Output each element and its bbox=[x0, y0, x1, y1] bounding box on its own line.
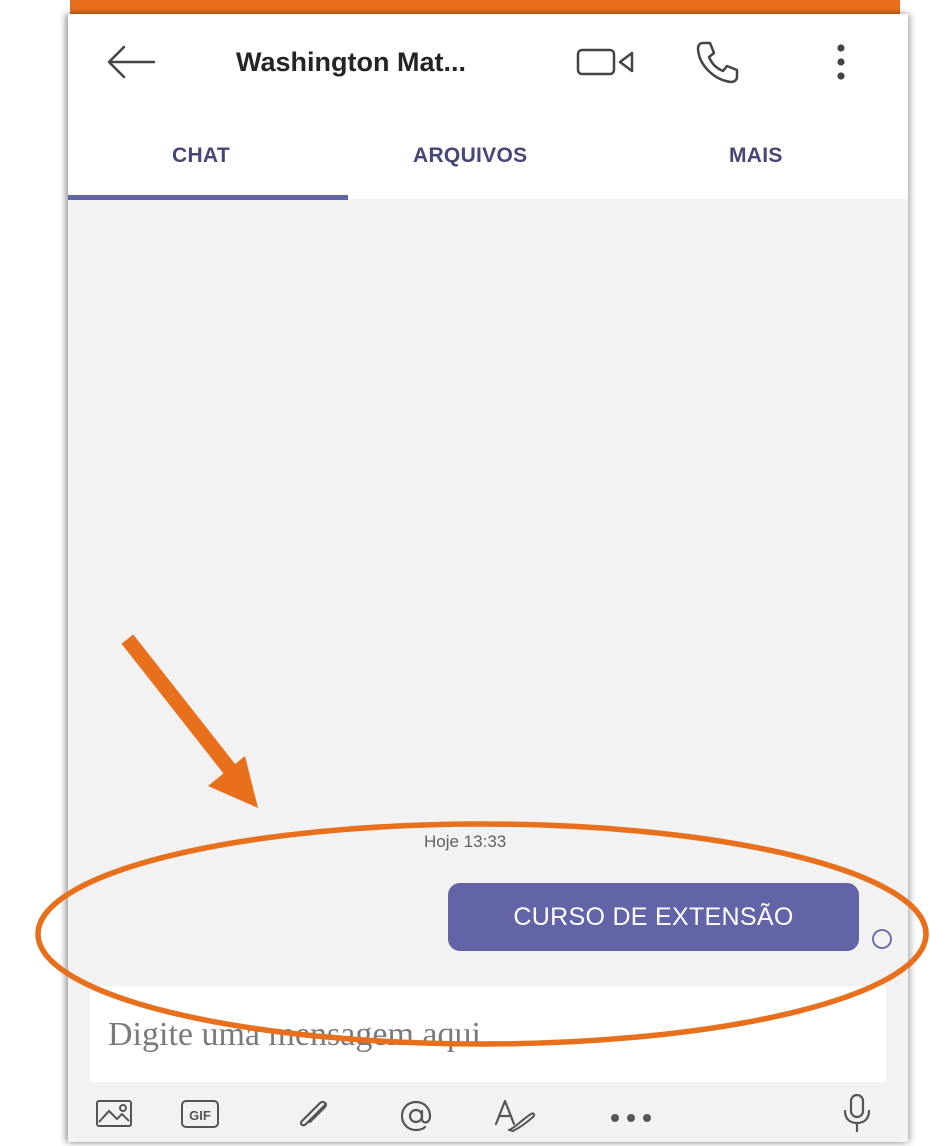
attach-icon[interactable] bbox=[296, 1098, 336, 1132]
active-tab-indicator bbox=[68, 195, 348, 200]
arrow-left-icon[interactable] bbox=[106, 44, 156, 80]
chat-header: Washington Mat... CHAT ARQUIVOS MAIS bbox=[68, 14, 908, 200]
microphone-icon[interactable] bbox=[840, 1092, 874, 1134]
video-camera-icon[interactable] bbox=[576, 46, 638, 78]
tab-mais[interactable]: MAIS bbox=[729, 144, 783, 168]
gif-icon[interactable]: GIF bbox=[180, 1098, 222, 1130]
message-status-icon bbox=[872, 929, 892, 949]
gif-icon-label: GIF bbox=[189, 1108, 211, 1123]
tab-arquivos[interactable]: ARQUIVOS bbox=[413, 144, 527, 168]
compose-toolbar: GIF bbox=[68, 1082, 908, 1142]
top-orange-bar bbox=[70, 0, 900, 14]
message-input[interactable]: Digite uma mensagem aqui bbox=[90, 986, 886, 1082]
sent-message-bubble[interactable]: CURSO DE EXTENSÃO bbox=[448, 883, 859, 951]
message-timestamp: Hoje 13:33 bbox=[424, 832, 507, 851]
tab-chat[interactable]: CHAT bbox=[172, 144, 230, 168]
conversation-title[interactable]: Washington Mat... bbox=[236, 46, 556, 78]
more-horizontal-icon[interactable] bbox=[608, 1112, 654, 1124]
more-vertical-icon[interactable] bbox=[833, 42, 849, 82]
phone-icon[interactable] bbox=[694, 40, 740, 84]
message-input-placeholder: Digite uma mensagem aqui bbox=[108, 1016, 481, 1053]
mention-icon[interactable] bbox=[398, 1098, 434, 1134]
phone-screen: Washington Mat... CHAT ARQUIVOS MAIS Hoj… bbox=[68, 14, 908, 1142]
format-icon[interactable] bbox=[493, 1098, 537, 1134]
image-icon[interactable] bbox=[95, 1098, 135, 1130]
